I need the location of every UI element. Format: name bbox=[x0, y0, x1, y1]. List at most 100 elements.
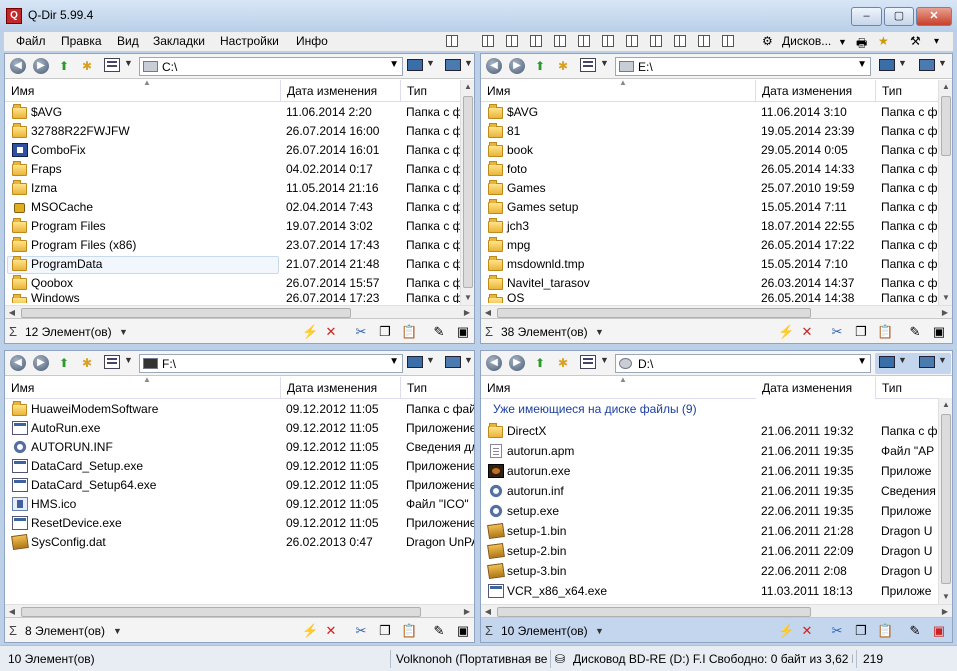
rename-icon[interactable]: ✎ bbox=[907, 623, 923, 639]
cut-icon[interactable]: ✂ bbox=[353, 324, 369, 340]
forward-icon[interactable]: ▶ bbox=[33, 355, 49, 371]
chevron-down-icon[interactable]: ▼ bbox=[124, 58, 133, 68]
list-item[interactable]: VCR_x86_x64.exe 11.03.2011 18:13 Приложе bbox=[481, 582, 938, 602]
list-item[interactable]: Games 25.07.2010 19:59 Папка с ф bbox=[481, 179, 938, 198]
column-name[interactable]: Имя bbox=[481, 80, 756, 102]
list-item[interactable]: Qoobox 26.07.2014 15:57 Папка с ф bbox=[5, 274, 462, 293]
layout-icon[interactable] bbox=[482, 35, 494, 47]
list-item[interactable]: Program Files (x86) 23.07.2014 17:43 Папка… bbox=[5, 236, 462, 255]
menu-bookmarks[interactable]: Закладки bbox=[151, 34, 207, 48]
chevron-down-icon[interactable]: ▼ bbox=[595, 327, 604, 337]
cut-icon[interactable]: ✂ bbox=[829, 324, 845, 340]
list-item[interactable]: 81 19.05.2014 23:39 Папка с ф bbox=[481, 122, 938, 141]
forward-icon[interactable]: ▶ bbox=[509, 355, 525, 371]
scroll-thumb[interactable] bbox=[941, 96, 951, 156]
list-item[interactable]: MSOCache 02.04.2014 7:43 Папка с ф bbox=[5, 198, 462, 217]
new-folder-icon[interactable]: ✱ bbox=[555, 58, 571, 74]
layout-icon[interactable] bbox=[722, 35, 734, 47]
list-item[interactable]: autorun.inf 21.06.2011 19:35 Сведения bbox=[481, 482, 938, 502]
address-bar[interactable]: E:\ ▼ bbox=[615, 57, 871, 76]
menu-view[interactable]: Вид bbox=[115, 34, 141, 48]
network-icon[interactable] bbox=[919, 59, 935, 71]
column-date[interactable]: Дата изменения bbox=[756, 80, 876, 102]
tools-icon[interactable]: ⚒ bbox=[910, 34, 921, 48]
list-item[interactable]: OS 26.05.2014 14:38 Папка с ф bbox=[481, 293, 938, 303]
up-folder-icon[interactable]: ⬆ bbox=[56, 58, 72, 74]
layout-icon[interactable] bbox=[674, 35, 686, 47]
desktop-icon[interactable] bbox=[407, 356, 423, 368]
list-item[interactable]: DataCard_Setup.exe 09.12.2012 11:05 Прилож… bbox=[5, 457, 474, 476]
rename-icon[interactable]: ✎ bbox=[907, 324, 923, 340]
list-item[interactable]: autorun.exe 21.06.2011 19:35 Приложе bbox=[481, 462, 938, 482]
refresh-icon[interactable]: ⚡ bbox=[302, 324, 318, 340]
vertical-scrollbar[interactable]: ▲ ▼ bbox=[938, 80, 952, 305]
list-item[interactable]: DirectX 21.06.2011 19:32 Папка с ф bbox=[481, 422, 938, 442]
chevron-down-icon[interactable]: ▼ bbox=[124, 355, 133, 365]
list-item[interactable]: book 29.05.2014 0:05 Папка с ф bbox=[481, 141, 938, 160]
chevron-down-icon[interactable]: ▼ bbox=[600, 355, 609, 365]
scroll-up-icon[interactable]: ▲ bbox=[939, 80, 952, 94]
list-item[interactable]: Izma 11.05.2014 21:16 Папка с ф bbox=[5, 179, 462, 198]
refresh-icon[interactable]: ⚡ bbox=[302, 623, 318, 639]
chevron-down-icon[interactable]: ▼ bbox=[389, 59, 399, 70]
delete-icon[interactable]: ✕ bbox=[799, 623, 815, 639]
network-icon[interactable] bbox=[445, 59, 461, 71]
chevron-down-icon[interactable]: ▼ bbox=[119, 327, 128, 337]
layout-icon[interactable] bbox=[578, 35, 590, 47]
list-item[interactable]: Windows 26.07.2014 17:23 Папка с ф bbox=[5, 293, 460, 303]
rename-icon[interactable]: ✎ bbox=[431, 324, 447, 340]
column-type[interactable]: Тип bbox=[401, 377, 474, 399]
list-item[interactable]: AUTORUN.INF 09.12.2012 11:05 Сведения дл bbox=[5, 438, 474, 457]
list-item[interactable]: Fraps 04.02.2014 0:17 Папка с ф bbox=[5, 160, 462, 179]
horizontal-scrollbar[interactable]: ◀ ▶ bbox=[5, 305, 474, 319]
horizontal-scrollbar[interactable]: ◀ ▶ bbox=[481, 604, 952, 618]
maximize-button[interactable]: ▢ bbox=[884, 7, 914, 26]
scroll-down-icon[interactable]: ▼ bbox=[461, 291, 474, 305]
column-name[interactable]: Имя bbox=[5, 80, 281, 102]
list-item[interactable]: setup.exe 22.06.2011 19:35 Приложе bbox=[481, 502, 938, 522]
scroll-thumb[interactable] bbox=[463, 96, 473, 288]
list-item[interactable]: setup-1.bin 21.06.2011 21:28 Dragon U bbox=[481, 522, 938, 542]
back-icon[interactable]: ◀ bbox=[10, 355, 26, 371]
chevron-down-icon[interactable]: ▼ bbox=[426, 58, 435, 68]
column-type[interactable]: Тип bbox=[876, 80, 940, 102]
scroll-thumb[interactable] bbox=[497, 607, 811, 617]
list-item[interactable]: foto 26.05.2014 14:33 Папка с ф bbox=[481, 160, 938, 179]
layout-icon[interactable] bbox=[698, 35, 710, 47]
item-count[interactable]: 12 Элемент(ов) bbox=[25, 325, 112, 339]
chevron-down-icon[interactable]: ▼ bbox=[389, 356, 399, 367]
chevron-down-icon[interactable]: ▼ bbox=[938, 58, 947, 68]
chevron-down-icon[interactable]: ▼ bbox=[464, 355, 473, 365]
chevron-down-icon[interactable]: ▼ bbox=[600, 58, 609, 68]
layout-icon[interactable] bbox=[506, 35, 518, 47]
delete-icon[interactable]: ✕ bbox=[323, 324, 339, 340]
horizontal-scrollbar[interactable]: ◀ ▶ bbox=[481, 305, 952, 319]
chevron-down-icon[interactable]: ▼ bbox=[898, 58, 907, 68]
up-folder-icon[interactable]: ⬆ bbox=[532, 58, 548, 74]
list-item[interactable]: msdownld.tmp 15.05.2014 7:10 Папка с ф bbox=[481, 255, 938, 274]
list-item[interactable]: ResetDevice.exe 09.12.2012 11:05 Приложени… bbox=[5, 514, 474, 533]
copy-icon[interactable]: ❐ bbox=[853, 324, 869, 340]
menu-more-icon[interactable]: ▾ bbox=[934, 36, 939, 47]
layout-icon[interactable] bbox=[650, 35, 662, 47]
list-item[interactable]: jch3 18.07.2014 22:55 Папка с ф bbox=[481, 217, 938, 236]
column-date[interactable]: Дата изменения bbox=[281, 377, 401, 399]
chevron-down-icon[interactable]: ▼ bbox=[426, 355, 435, 365]
copy-icon[interactable]: ❐ bbox=[377, 623, 393, 639]
desktop-icon[interactable] bbox=[879, 356, 895, 368]
back-icon[interactable]: ◀ bbox=[486, 58, 502, 74]
list-item[interactable]: ProgramData 21.07.2014 21:48 Папка с ф bbox=[5, 255, 462, 274]
layout-icon[interactable] bbox=[602, 35, 614, 47]
star-add-icon[interactable]: ★ bbox=[878, 34, 889, 48]
properties-icon[interactable]: ▣ bbox=[931, 623, 947, 639]
paste-icon[interactable]: 📋 bbox=[401, 324, 417, 340]
scroll-thumb[interactable] bbox=[941, 414, 951, 584]
chevron-down-icon[interactable]: ▼ bbox=[595, 626, 604, 636]
vertical-scrollbar[interactable]: ▲ ▼ bbox=[460, 80, 474, 305]
delete-icon[interactable]: ✕ bbox=[799, 324, 815, 340]
copy-icon[interactable]: ❐ bbox=[377, 324, 393, 340]
desktop-icon[interactable] bbox=[407, 59, 423, 71]
layout-icon[interactable] bbox=[626, 35, 638, 47]
scroll-thumb[interactable] bbox=[21, 607, 421, 617]
list-item[interactable]: 32788R22FWJFW 26.07.2014 16:00 Папка с ф bbox=[5, 122, 462, 141]
